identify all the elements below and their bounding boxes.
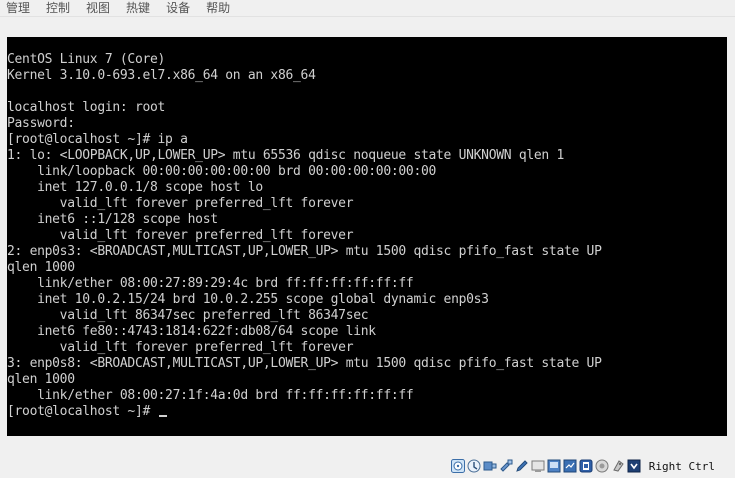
shared-folder-icon[interactable] <box>499 459 513 473</box>
optical-drive-icon[interactable] <box>450 459 465 473</box>
status-icons <box>450 459 641 473</box>
console-line: valid_lft 86347sec preferred_lft 86347se… <box>7 308 369 323</box>
console-line: inet 127.0.0.1/8 scope host lo <box>7 180 263 195</box>
pen-icon[interactable] <box>515 459 529 473</box>
console-line: inet6 ::1/128 scope host <box>7 212 218 227</box>
statusbar: Right Ctrl <box>0 454 735 478</box>
menu-hotkeys[interactable]: 热键 <box>118 0 158 16</box>
console-line: link/ether 08:00:27:1f:4a:0d brd ff:ff:f… <box>7 388 414 403</box>
menu-manage[interactable]: 管理 <box>0 0 38 16</box>
vm-window: 管理 控制 视图 热键 设备 帮助 CentOS Linux 7 (Core) … <box>0 0 735 478</box>
screen-capture-icon[interactable] <box>547 459 561 473</box>
network-activity-icon[interactable] <box>467 459 481 473</box>
console-prompt-line[interactable]: [root@localhost ~]# <box>7 404 602 420</box>
console-output: CentOS Linux 7 (Core) Kernel 3.10.0-693.… <box>7 52 602 420</box>
console-line: 1: lo: <LOOPBACK,UP,LOWER_UP> mtu 65536 … <box>7 148 564 163</box>
usb-icon[interactable] <box>483 459 497 473</box>
console-line: valid_lft forever preferred_lft forever <box>7 340 354 355</box>
host-key-label: Right Ctrl <box>648 459 715 473</box>
console-line: qlen 1000 <box>7 372 75 387</box>
console-line: 2: enp0s3: <BROADCAST,MULTICAST,UP,LOWER… <box>7 244 602 259</box>
console-prompt: [root@localhost ~]# <box>7 404 158 419</box>
console-line: CentOS Linux 7 (Core) <box>7 52 166 67</box>
console-line: valid_lft forever preferred_lft forever <box>7 228 354 243</box>
mouse-integration-icon[interactable] <box>611 459 625 473</box>
console-line: 3: enp0s8: <BROADCAST,MULTICAST,UP,LOWER… <box>7 356 602 371</box>
keyboard-capture-icon[interactable] <box>627 459 641 473</box>
console-line: valid_lft forever preferred_lft forever <box>7 196 354 211</box>
console-line: Password: <box>7 116 75 131</box>
console-line: [root@localhost ~]# ip a <box>7 132 188 147</box>
recording-icon[interactable] <box>579 459 593 473</box>
console-line: qlen 1000 <box>7 260 75 275</box>
console-line: localhost login: root <box>7 100 166 115</box>
display-icon[interactable] <box>531 459 545 473</box>
menu-control[interactable]: 控制 <box>38 0 78 16</box>
cpu-icon[interactable] <box>595 459 609 473</box>
menu-devices[interactable]: 设备 <box>158 0 198 16</box>
menu-view[interactable]: 视图 <box>78 0 118 16</box>
console-line: link/ether 08:00:27:89:29:4c brd ff:ff:f… <box>7 276 414 291</box>
console-line: inet 10.0.2.15/24 brd 10.0.2.255 scope g… <box>7 292 489 307</box>
console-line: link/loopback 00:00:00:00:00:00 brd 00:0… <box>7 164 437 179</box>
console-line: inet6 fe80::4743:1814:622f:db08/64 scope… <box>7 324 376 339</box>
vm-console[interactable]: CentOS Linux 7 (Core) Kernel 3.10.0-693.… <box>7 37 727 436</box>
console-frame: CentOS Linux 7 (Core) Kernel 3.10.0-693.… <box>0 17 735 453</box>
menubar: 管理 控制 视图 热键 设备 帮助 <box>0 0 735 17</box>
console-line: Kernel 3.10.0-693.el7.x86_64 on an x86_6… <box>7 68 316 83</box>
network-adapter-icon[interactable] <box>563 459 577 473</box>
menu-help[interactable]: 帮助 <box>198 0 238 16</box>
text-cursor <box>158 415 167 417</box>
